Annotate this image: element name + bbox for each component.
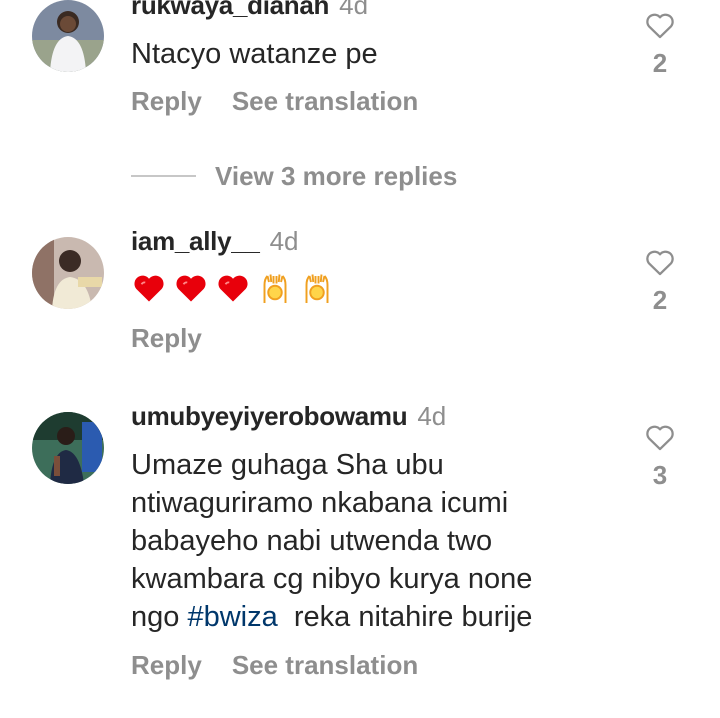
reply-button[interactable]: Reply <box>131 650 202 680</box>
timestamp: 4d <box>417 401 447 431</box>
comment-text-line: ntiwaguriramo nkabana icumi <box>131 487 509 519</box>
red-heart-icon <box>218 275 248 302</box>
heart-outline-icon[interactable] <box>643 245 677 279</box>
comment-emojis <box>131 270 341 306</box>
divider-line <box>131 175 196 177</box>
comment-rukwaya-dianah: rukwaya_dianah 4d Ntacyo watanze pe Reply… <box>0 0 720 130</box>
avatar[interactable] <box>32 237 104 309</box>
username[interactable]: iam_ally__ <box>131 226 260 256</box>
comment-actions: Reply See translation <box>131 86 448 117</box>
like-control: 2 <box>640 8 680 79</box>
see-translation-button[interactable]: See translation <box>232 650 418 680</box>
avatar[interactable] <box>32 0 104 72</box>
comment-text: Ntacyo watanze pe <box>131 38 378 70</box>
red-heart-icon <box>176 275 206 302</box>
timestamp: 4d <box>339 0 369 20</box>
comment-header: iam_ally__ 4d <box>131 226 298 257</box>
comment-text-line-last: ngo #bwiza reka nitahire burije <box>131 598 651 636</box>
avatar[interactable] <box>32 412 104 484</box>
reply-button[interactable]: Reply <box>131 86 202 116</box>
text-fragment: ngo <box>131 601 188 633</box>
heart-outline-icon[interactable] <box>643 420 677 454</box>
raising-hands-icon <box>263 274 287 303</box>
comment-text: Umaze guhaga Sha ubu ntiwaguriramo nkaba… <box>131 446 651 636</box>
like-count: 2 <box>652 285 668 315</box>
heart-outline-icon[interactable] <box>643 8 677 42</box>
see-translation-button[interactable]: See translation <box>232 86 418 116</box>
like-control: 3 <box>640 420 680 491</box>
avatar-photo <box>32 412 104 484</box>
like-count: 3 <box>652 460 668 490</box>
comment-text-line: kwambara cg nibyo kurya none <box>131 563 533 595</box>
username[interactable]: umubyeyiyerobowamu <box>131 401 408 431</box>
username[interactable]: rukwaya_dianah <box>131 0 329 20</box>
timestamp: 4d <box>269 226 299 256</box>
comment-actions: Reply See translation <box>131 650 448 681</box>
raising-hands-icon <box>305 274 329 303</box>
comment-text-line: babayeho nabi utwenda two <box>131 525 493 557</box>
hashtag-link[interactable]: #bwiza <box>187 601 277 633</box>
comment-actions: Reply <box>131 323 232 354</box>
red-heart-icon <box>134 275 164 302</box>
comment-header: umubyeyiyerobowamu 4d <box>131 401 446 432</box>
like-control: 2 <box>640 245 680 316</box>
comment-header: rukwaya_dianah 4d <box>131 0 368 21</box>
comment-text-line: Umaze guhaga Sha ubu <box>131 449 444 481</box>
avatar-photo <box>32 237 104 309</box>
like-count: 2 <box>652 48 668 78</box>
view-more-replies-label[interactable]: View 3 more replies <box>215 161 457 192</box>
text-fragment: reka nitahire burije <box>277 601 533 633</box>
reply-button[interactable]: Reply <box>131 323 202 353</box>
view-more-replies[interactable]: View 3 more replies <box>131 158 457 194</box>
avatar-photo <box>32 0 104 72</box>
